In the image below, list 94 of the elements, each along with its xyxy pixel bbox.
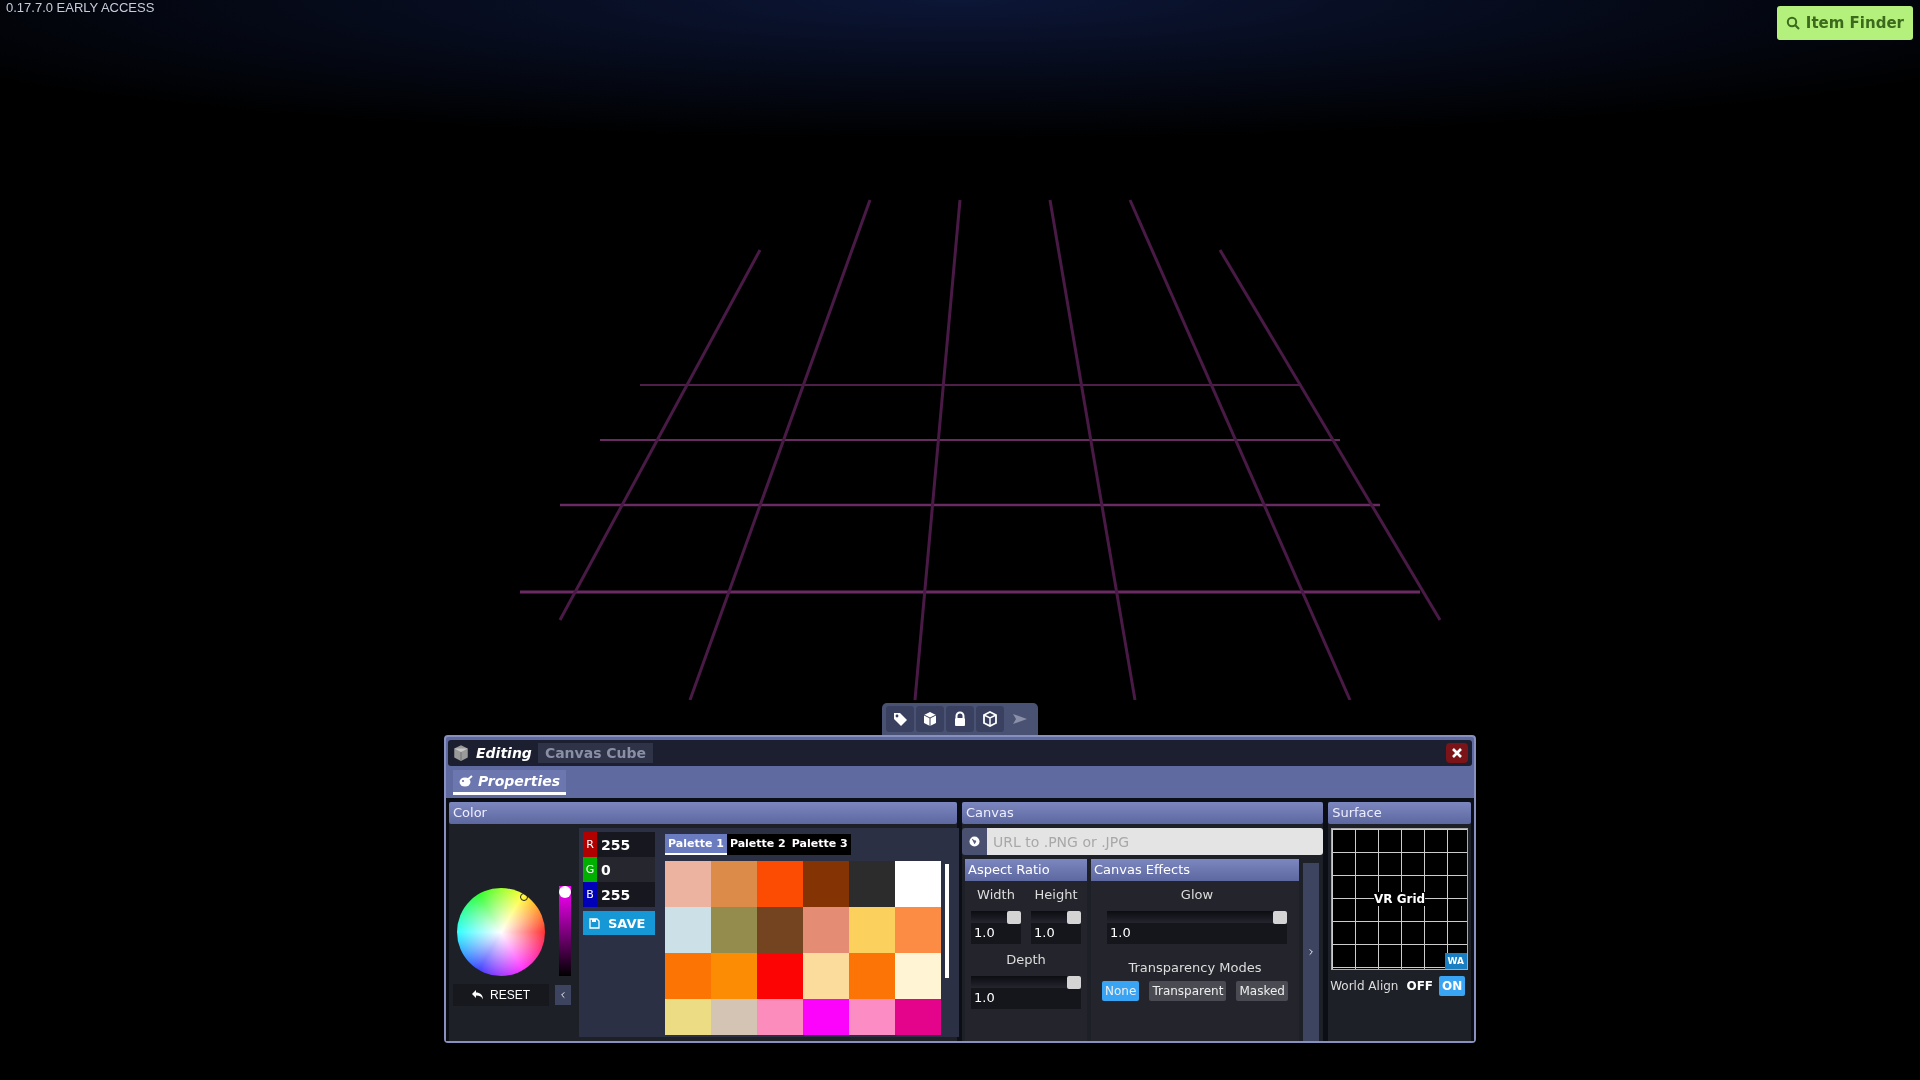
texture-name: VR Grid: [1373, 892, 1426, 906]
color-swatch[interactable]: [757, 861, 803, 907]
channel-field[interactable]: R 255: [583, 832, 655, 857]
globe-button[interactable]: [962, 828, 987, 855]
section-header: Surface: [1328, 802, 1471, 824]
slider-track[interactable]: [1107, 911, 1287, 923]
color-swatch[interactable]: [711, 999, 757, 1035]
mode-button[interactable]: Masked: [1236, 981, 1288, 1001]
version-label: 0.17.7.0 EARLY ACCESS: [6, 0, 155, 15]
channel-field[interactable]: B 255: [583, 882, 655, 907]
color-swatch[interactable]: [665, 907, 711, 953]
box-tool-button[interactable]: [916, 706, 944, 732]
section-header: Color: [449, 802, 957, 824]
channel-label: R: [583, 832, 597, 857]
close-icon: [1452, 748, 1462, 758]
globe-icon: [969, 836, 980, 847]
slider-thumb[interactable]: [1067, 911, 1081, 924]
tag-icon: [892, 711, 908, 727]
toggle-option[interactable]: OFF: [1403, 976, 1437, 996]
play-icon: [1012, 711, 1028, 727]
value-field[interactable]: 1.0: [1107, 923, 1287, 944]
slider-track[interactable]: [971, 911, 1021, 923]
color-swatch[interactable]: [803, 953, 849, 999]
close-button[interactable]: [1446, 743, 1468, 763]
world-align-badge: WA: [1444, 953, 1467, 969]
lock-icon: [952, 711, 968, 727]
collapse-button[interactable]: [555, 984, 571, 1005]
transparency-modes-label: Transparency Modes: [1127, 960, 1263, 975]
color-swatch[interactable]: [711, 861, 757, 907]
palette-tab[interactable]: Palette 1: [665, 834, 727, 855]
palette-tab[interactable]: Palette 3: [788, 834, 851, 855]
slider-label: Glow: [1179, 887, 1215, 902]
cube-tool-button[interactable]: [976, 706, 1004, 732]
slider-thumb[interactable]: [559, 885, 571, 898]
scrollbar[interactable]: [945, 864, 949, 978]
tag-tool-button[interactable]: [886, 706, 914, 732]
properties-tab[interactable]: Properties: [453, 769, 567, 795]
color-swatch[interactable]: [757, 999, 803, 1035]
channel-label: B: [583, 882, 597, 907]
value-field[interactable]: 1.0: [971, 988, 1081, 1009]
color-swatch[interactable]: [665, 999, 711, 1035]
slider-track[interactable]: [971, 976, 1081, 988]
color-swatch[interactable]: [711, 907, 757, 953]
texture-preview[interactable]: VR Grid WA: [1331, 828, 1468, 970]
item-finder-button[interactable]: Item Finder: [1776, 6, 1913, 40]
color-swatch[interactable]: [895, 907, 941, 953]
world-align-label: World Align: [1330, 979, 1399, 993]
color-swatch[interactable]: [849, 861, 895, 907]
color-swatch[interactable]: [895, 999, 941, 1035]
slider-thumb[interactable]: [1273, 911, 1287, 924]
floppy-icon: [589, 917, 600, 929]
slider-track[interactable]: [1031, 911, 1081, 923]
subsection-header: Canvas Effects: [1091, 859, 1299, 881]
mode-button[interactable]: Transparent: [1149, 981, 1227, 1001]
color-swatch[interactable]: [665, 953, 711, 999]
object-name: Canvas Cube: [537, 743, 654, 763]
color-swatch[interactable]: [803, 907, 849, 953]
value-field[interactable]: 1.0: [971, 923, 1021, 944]
color-swatch[interactable]: [711, 953, 757, 999]
channel-label: G: [583, 857, 597, 882]
color-swatch[interactable]: [849, 999, 895, 1035]
undo-icon: [472, 989, 484, 1000]
color-swatch[interactable]: [665, 861, 711, 907]
value-field[interactable]: 1.0: [1031, 923, 1081, 944]
expand-button[interactable]: [1303, 863, 1319, 1041]
color-swatch[interactable]: [895, 861, 941, 907]
color-swatch[interactable]: [849, 907, 895, 953]
slider-label: Depth: [1005, 952, 1047, 967]
color-swatch[interactable]: [757, 907, 803, 953]
lock-tool-button[interactable]: [946, 706, 974, 732]
color-swatch[interactable]: [895, 953, 941, 999]
palette-icon: [459, 774, 473, 787]
cube-icon: [982, 711, 998, 727]
color-swatch[interactable]: [803, 861, 849, 907]
subsection-header: Aspect Ratio: [965, 859, 1087, 881]
slider-thumb[interactable]: [1007, 911, 1021, 924]
slider-thumb[interactable]: [1067, 976, 1081, 989]
cube-icon: [452, 744, 470, 762]
slider-label: Width: [976, 887, 1016, 902]
slider-label: Height: [1033, 887, 1079, 902]
reset-button[interactable]: RESET: [453, 983, 549, 1006]
palette-tab[interactable]: Palette 2: [726, 834, 789, 855]
url-field[interactable]: URL to .PNG or .JPG: [987, 828, 1324, 855]
chevron-right-icon: [1309, 947, 1313, 957]
brightness-slider[interactable]: [559, 885, 571, 976]
chevron-left-icon: [561, 989, 565, 1000]
color-swatch[interactable]: [803, 999, 849, 1035]
color-swatch[interactable]: [757, 953, 803, 999]
channel-field[interactable]: G 0: [583, 857, 655, 882]
editing-label: Editing: [476, 745, 532, 761]
color-swatch[interactable]: [849, 953, 895, 999]
search-icon: [1785, 16, 1800, 30]
section-header: Canvas: [962, 802, 1324, 824]
box-icon: [922, 711, 938, 727]
